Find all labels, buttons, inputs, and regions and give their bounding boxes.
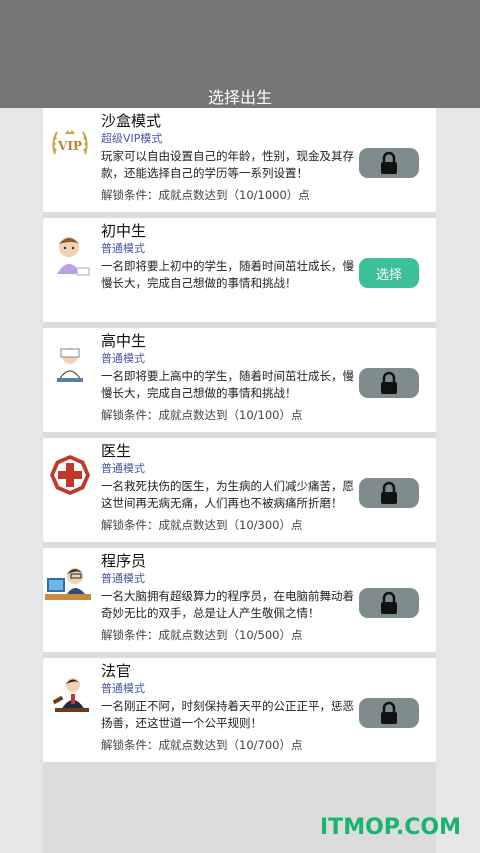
option-description: 玩家可以自由设置自己的年龄，性别，现金及其存款，还能选择自己的学历等一系列设置！ [101, 149, 354, 180]
option-card-programmer: 程序员 普通模式 一名大脑拥有超级算力的程序员，在电脑前舞动着奇妙无比的双手，总… [43, 548, 436, 652]
option-title: 沙盒模式 [101, 112, 162, 130]
option-description: 一名即将要上初中的学生，随着时间茁壮成长，慢慢长大，完成自己想做的事情和挑战！ [101, 259, 354, 290]
locked-button[interactable] [359, 148, 419, 178]
lock-icon [381, 481, 397, 504]
birth-option-list[interactable]: VIP 沙盒模式 超级VIP模式 玩家可以自由设置自己的年龄，性别，现金及其存款… [43, 108, 436, 853]
option-title: 高中生 [101, 332, 147, 350]
option-mode: 普通模式 [101, 242, 145, 255]
lock-icon [381, 371, 397, 394]
judge-icon [49, 674, 91, 716]
option-mode: 普通模式 [101, 682, 145, 695]
locked-button[interactable] [359, 698, 419, 728]
vip-icon: VIP [49, 124, 91, 166]
lock-icon [381, 151, 397, 174]
top-bar: 选择出生 [0, 0, 480, 108]
option-mode: 超级VIP模式 [101, 132, 163, 145]
option-title: 初中生 [101, 222, 147, 240]
locked-button[interactable] [359, 368, 419, 398]
option-card-sandbox: VIP 沙盒模式 超级VIP模式 玩家可以自由设置自己的年龄，性别，现金及其存款… [43, 108, 436, 212]
locked-button[interactable] [359, 478, 419, 508]
option-mode: 普通模式 [101, 572, 145, 585]
select-button[interactable]: 选择 [359, 258, 419, 288]
unlock-condition: 解锁条件：成就点数达到（10/700）点 [101, 738, 303, 752]
medical-cross-icon [49, 454, 91, 496]
programmer-icon [45, 564, 93, 606]
option-description: 一名刚正不阿，时刻保持着天平的公正正平，惩恶扬善，还这世道一个公平规则！ [101, 699, 354, 730]
unlock-condition: 解锁条件：成就点数达到（10/300）点 [101, 518, 303, 532]
page-title: 选择出生 [207, 88, 272, 107]
unlock-condition: 解锁条件：成就点数达到（10/100）点 [101, 408, 303, 422]
option-description: 一名大脑拥有超级算力的程序员，在电脑前舞动着奇妙无比的双手，总是让人产生敬佩之情… [101, 589, 354, 620]
option-description: 一名即将要上高中的学生，随着时间茁壮成长，慢慢长大，完成自己想做的事情和挑战！ [101, 369, 354, 400]
option-mode: 普通模式 [101, 352, 145, 365]
option-card-junior-student: 初中生 普通模式 一名即将要上初中的学生，随着时间茁壮成长，慢慢长大，完成自己想… [43, 218, 436, 322]
lock-icon [381, 591, 397, 614]
option-card-senior-student: 高中生 普通模式 一名即将要上高中的学生，随着时间茁壮成长，慢慢长大，完成自己想… [43, 328, 436, 432]
student-icon [49, 234, 91, 276]
option-mode: 普通模式 [101, 462, 145, 475]
lock-icon [381, 701, 397, 724]
option-title: 医生 [101, 442, 132, 460]
option-card-judge: 法官 普通模式 一名刚正不阿，时刻保持着天平的公正正平，惩恶扬善，还这世道一个公… [43, 658, 436, 762]
site-watermark: ITMOP.COM [320, 815, 461, 840]
svg-text:VIP: VIP [57, 139, 82, 153]
unlock-condition: 解锁条件：成就点数达到（10/500）点 [101, 628, 303, 642]
locked-button[interactable] [359, 588, 419, 618]
reading-student-icon [49, 344, 91, 386]
option-description: 一名救死扶伤的医生，为生病的人们减少痛苦，愿这世间再无病无痛，人们再也不被病痛所… [101, 479, 354, 510]
option-title: 程序员 [101, 552, 147, 570]
option-card-doctor: 医生 普通模式 一名救死扶伤的医生，为生病的人们减少痛苦，愿这世间再无病无痛，人… [43, 438, 436, 542]
option-title: 法官 [101, 662, 132, 680]
unlock-condition: 解锁条件：成就点数达到（10/1000）点 [101, 188, 310, 202]
